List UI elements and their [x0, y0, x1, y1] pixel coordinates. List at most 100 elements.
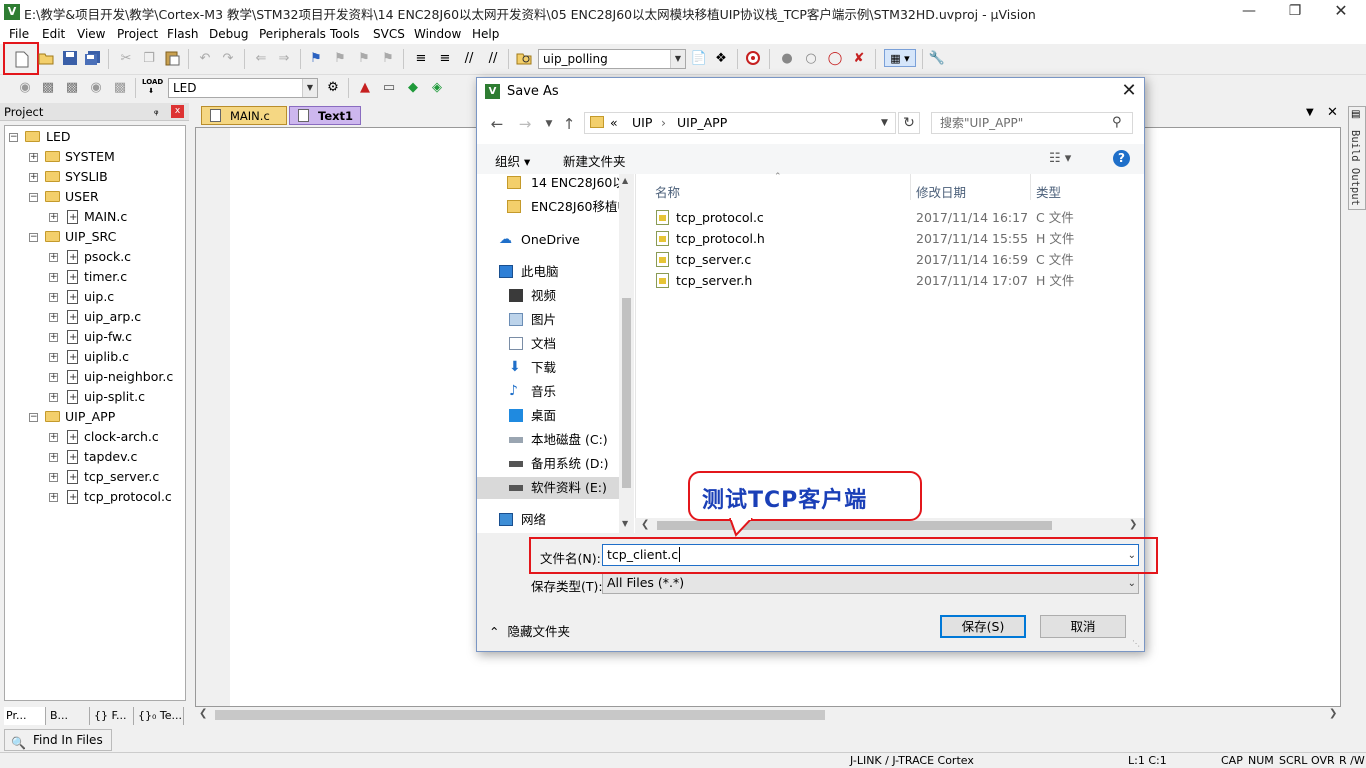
new-file-icon[interactable] — [13, 51, 31, 69]
scroll-up-icon[interactable]: ▲ — [622, 176, 628, 185]
column-header-name[interactable]: 名称 — [655, 182, 680, 201]
breakpoint-icon[interactable]: ● — [778, 50, 796, 68]
tree-group-uip-src[interactable]: − UIP_SRC — [9, 228, 179, 246]
tab-project[interactable]: Pr... — [4, 707, 46, 725]
tree-file[interactable]: + uip-fw.c — [9, 328, 179, 347]
menu-tools[interactable]: Tools — [330, 27, 360, 41]
chevron-down-icon[interactable]: ▼ — [670, 50, 685, 68]
scroll-right-icon[interactable]: ❯ — [1129, 519, 1137, 530]
manage-run-time-icon[interactable]: ◈ — [428, 79, 446, 97]
expand-icon[interactable]: + — [49, 213, 58, 222]
file-row[interactable]: tcp_protocol.c 2017/11/14 16:17 C 文件 — [636, 207, 1145, 228]
tree-group-syslib[interactable]: + SYSLIB — [9, 168, 179, 186]
file-row[interactable]: tcp_server.h 2017/11/14 17:07 H 文件 — [636, 270, 1145, 291]
dialog-close-icon[interactable]: ✕ — [1117, 80, 1141, 102]
target-combo[interactable]: LED ▼ — [168, 78, 318, 98]
clear-bookmarks-icon[interactable]: ⚑ — [379, 50, 397, 68]
collapse-icon[interactable]: − — [29, 233, 38, 242]
column-header-type[interactable]: 类型 — [1036, 182, 1061, 201]
debug-session-icon[interactable] — [745, 50, 763, 68]
cancel-button[interactable]: 取消 — [1040, 615, 1126, 638]
expand-icon[interactable]: + — [49, 353, 58, 362]
enable-breakpoint-icon[interactable]: ○ — [802, 50, 820, 68]
back-arrow-icon[interactable]: ← — [487, 115, 507, 133]
tree-file[interactable]: + tcp_protocol.c — [9, 488, 179, 507]
expand-icon[interactable]: + — [49, 333, 58, 342]
new-folder-button[interactable]: 新建文件夹 — [563, 151, 626, 170]
organize-button[interactable]: 组织 ▾ — [495, 151, 530, 170]
chevron-down-icon[interactable]: ▼ — [302, 79, 317, 97]
window-layout-icon[interactable]: ▦ ▾ — [884, 49, 916, 67]
forward-arrow-icon[interactable]: → — [515, 115, 535, 133]
save-all-icon[interactable] — [84, 50, 102, 68]
expand-icon[interactable]: + — [29, 173, 38, 182]
pin-icon[interactable]: ᵩ — [154, 104, 159, 117]
resize-grip-icon[interactable]: ⋱ — [1132, 639, 1140, 648]
minimize-button[interactable]: — — [1226, 0, 1272, 24]
navigation-pane-scrollbar[interactable]: ▲ ▼ — [619, 174, 634, 533]
expand-icon[interactable]: + — [49, 453, 58, 462]
expand-icon[interactable]: + — [49, 253, 58, 262]
search-icon[interactable]: ⚲ — [1112, 113, 1122, 133]
chevron-down-icon[interactable]: ▼ — [881, 113, 888, 133]
editor-horizontal-scrollbar[interactable]: ❮ ❯ — [195, 707, 1341, 723]
menu-window[interactable]: Window — [414, 27, 461, 41]
refresh-icon[interactable]: ↻ — [898, 112, 920, 134]
view-options-icon[interactable]: ☷ ▾ — [1049, 151, 1071, 166]
menu-edit[interactable]: Edit — [42, 27, 65, 41]
save-button[interactable]: 保存(S) — [940, 615, 1026, 638]
tree-file[interactable]: + uip-neighbor.c — [9, 368, 179, 387]
indent-icon[interactable]: ≡ — [412, 50, 430, 68]
tab-list-chevron-icon[interactable]: ▼ — [1306, 107, 1314, 118]
menu-project[interactable]: Project — [117, 27, 158, 41]
tab-books[interactable]: B... — [48, 707, 90, 725]
tree-group-uip-app[interactable]: − UIP_APP — [9, 408, 179, 426]
select-packs-icon[interactable]: ◆ — [404, 79, 422, 97]
save-icon[interactable] — [61, 50, 79, 68]
menu-peripherals[interactable]: Peripherals — [259, 27, 326, 41]
collapse-icon[interactable]: − — [9, 133, 18, 142]
undo-icon[interactable]: ↶ — [196, 50, 214, 68]
tree-file-main-c[interactable]: + MAIN.c — [9, 208, 179, 227]
close-tab-icon[interactable]: ✕ — [1327, 105, 1338, 120]
scrollbar-thumb[interactable] — [215, 710, 825, 720]
scrollbar-thumb[interactable] — [657, 521, 1052, 530]
configure-icon[interactable]: 🔧 — [928, 50, 946, 68]
tree-file[interactable]: + uiplib.c — [9, 348, 179, 367]
expand-icon[interactable]: + — [49, 493, 58, 502]
recent-locations-chevron-icon[interactable]: ▼ — [539, 119, 559, 129]
scroll-right-icon[interactable]: ❯ — [1329, 708, 1337, 719]
close-panel-icon[interactable]: x — [171, 105, 184, 118]
scroll-down-icon[interactable]: ▼ — [622, 519, 628, 528]
unindent-icon[interactable]: ≡ — [436, 50, 454, 68]
tree-file[interactable]: + tcp_server.c — [9, 468, 179, 487]
tab-functions[interactable]: {} F... — [92, 707, 134, 725]
tab-templates[interactable]: {}₀ Te... — [136, 707, 184, 725]
tree-file[interactable]: + psock.c — [9, 248, 179, 267]
build-icon[interactable]: ▩ — [39, 79, 57, 97]
scroll-left-icon[interactable]: ❮ — [199, 708, 207, 719]
tree-file[interactable]: + uip-split.c — [9, 388, 179, 407]
expand-icon[interactable]: + — [49, 293, 58, 302]
tree-file[interactable]: + tapdev.c — [9, 448, 179, 467]
translate-icon[interactable]: ◉ — [16, 79, 34, 97]
batch-build-icon[interactable]: ◉ — [87, 79, 105, 97]
tree-file[interactable]: + timer.c — [9, 268, 179, 287]
tab-main-c[interactable]: MAIN.c — [201, 106, 287, 125]
collapse-icon[interactable]: − — [29, 413, 38, 422]
tree-group-user[interactable]: − USER — [9, 188, 179, 206]
kill-breakpoints-icon[interactable]: ✘ — [850, 50, 868, 68]
paste-icon[interactable] — [163, 50, 181, 68]
file-row[interactable]: tcp_protocol.h 2017/11/14 15:55 H 文件 — [636, 228, 1145, 249]
cut-icon[interactable]: ✂ — [117, 50, 135, 68]
options-for-target-icon[interactable]: ⚙ — [324, 79, 342, 97]
breadcrumb-overflow[interactable]: « — [610, 113, 618, 133]
find-in-files-tab[interactable]: 🔍 Find In Files — [4, 729, 112, 751]
tree-file[interactable]: + uip.c — [9, 288, 179, 307]
menu-file[interactable]: File — [9, 27, 29, 41]
comment-icon[interactable]: // — [460, 50, 478, 68]
rebuild-icon[interactable]: ▩ — [63, 79, 81, 97]
load-icon[interactable]: LOAD ⬇ — [142, 78, 163, 96]
stop-build-icon[interactable]: ▩ — [111, 79, 129, 97]
redo-icon[interactable]: ↷ — [219, 50, 237, 68]
